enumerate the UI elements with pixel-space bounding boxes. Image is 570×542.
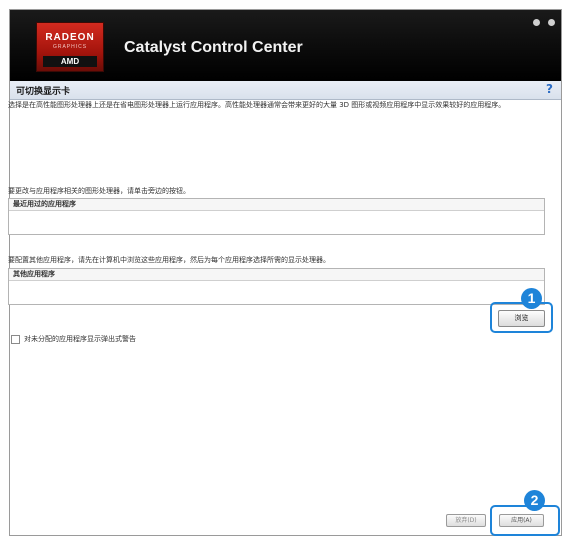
other-apps-header: 其他应用程序 bbox=[9, 269, 544, 281]
popup-warning-label: 对未分配的应用程序显示弹出式警告 bbox=[24, 335, 136, 343]
discard-button[interactable]: 放弃(D) bbox=[446, 514, 486, 527]
recent-apps-instruction: 要更改与应用程序相关的图形处理器，请单击旁边的按钮。 bbox=[8, 187, 190, 195]
app-header: RADEON GRAPHICS AMD Catalyst Control Cen… bbox=[10, 10, 561, 81]
logo-brand: RADEON bbox=[45, 32, 95, 43]
browse-button[interactable]: 浏览 bbox=[498, 310, 545, 327]
section-title: 可切换显示卡 bbox=[16, 87, 71, 97]
minimize-icon[interactable] bbox=[533, 19, 540, 26]
section-header: 可切换显示卡 ? bbox=[10, 81, 561, 100]
apply-button[interactable]: 应用(A) bbox=[499, 514, 544, 527]
recent-apps-header: 最近用过的应用程序 bbox=[9, 199, 544, 211]
other-apps-list[interactable]: 其他应用程序 bbox=[8, 268, 545, 305]
other-apps-instruction: 要配置其他应用程序，请先在计算机中浏览这些应用程序，然后为每个应用程序选择所需的… bbox=[8, 256, 330, 264]
radeon-logo: RADEON GRAPHICS AMD bbox=[36, 22, 104, 72]
step-badge-1: 1 bbox=[521, 288, 542, 309]
description-text: 选择是在高性能图形处理器上还是在省电图形处理器上运行应用程序。高性能处理器通常会… bbox=[8, 101, 506, 109]
app-title: Catalyst Control Center bbox=[124, 39, 303, 56]
help-icon[interactable]: ? bbox=[546, 82, 553, 96]
step-badge-2: 2 bbox=[524, 490, 545, 511]
logo-sub: GRAPHICS bbox=[52, 44, 88, 50]
recent-apps-list[interactable]: 最近用过的应用程序 bbox=[8, 198, 545, 235]
logo-amd: AMD bbox=[43, 56, 97, 67]
close-icon[interactable] bbox=[548, 19, 555, 26]
popup-warning-checkbox[interactable] bbox=[11, 335, 20, 344]
